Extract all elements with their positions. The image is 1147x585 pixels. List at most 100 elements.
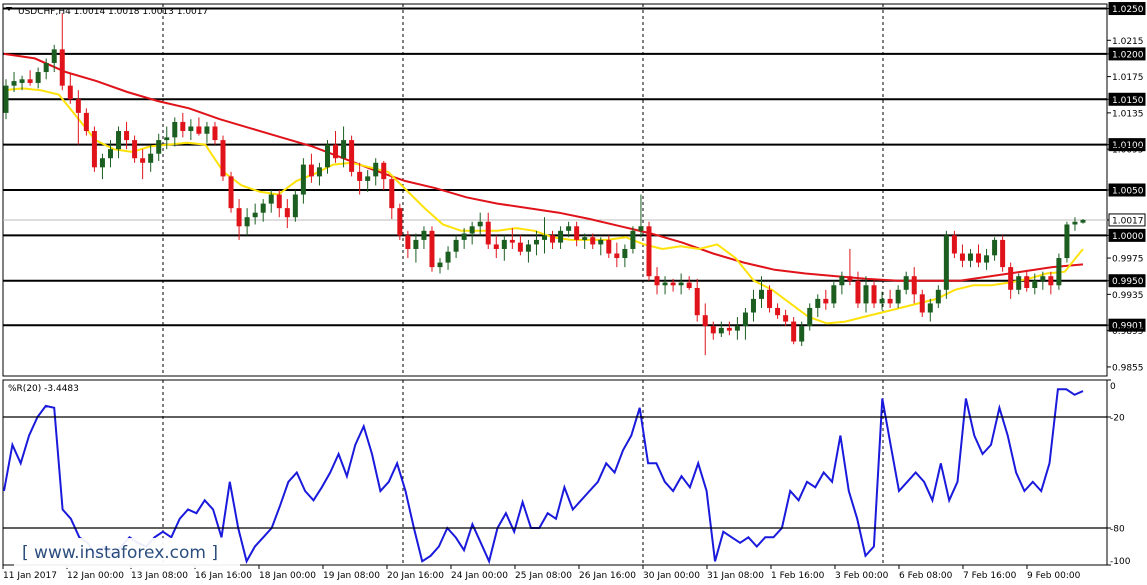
candle-body xyxy=(75,99,81,113)
candle-body xyxy=(453,239,459,252)
time-tick-label: 20 Jan 16:00 xyxy=(387,571,444,581)
candle-body xyxy=(847,276,853,281)
price-tick-label: 1.0150 xyxy=(1112,96,1144,106)
candle-body xyxy=(116,131,122,150)
candle-body xyxy=(646,226,652,277)
candle-body xyxy=(333,144,339,159)
candle-body xyxy=(533,239,539,245)
price-tick-label: 1.0050 xyxy=(1112,187,1144,197)
candle-body xyxy=(196,126,202,134)
watermark-logo: [ www.instaforex.com ] xyxy=(14,538,240,568)
candle-body xyxy=(919,294,925,313)
candle-body xyxy=(887,298,893,304)
candle-body xyxy=(734,326,740,331)
candle-body xyxy=(156,140,162,154)
time-tick-label: 9 Feb 00:00 xyxy=(1027,571,1081,581)
time-tick-label: 19 Jan 08:00 xyxy=(323,571,380,581)
candle-body xyxy=(357,171,363,181)
candle-body xyxy=(469,226,475,234)
candle-body xyxy=(67,85,73,100)
candle-body xyxy=(517,242,523,252)
price-tick-label: 1.0095 xyxy=(1112,146,1144,156)
slow-moving-average xyxy=(3,52,1084,282)
price-tick-label: 0.9975 xyxy=(1112,255,1144,265)
candle-body xyxy=(670,282,676,286)
candle-body xyxy=(694,287,700,316)
candle-body xyxy=(742,312,748,327)
candle-body xyxy=(566,226,572,231)
candle-body xyxy=(19,79,25,83)
time-tick-label: 3 Feb 00:00 xyxy=(835,571,889,581)
time-tick-label: 12 Jan 00:00 xyxy=(67,571,124,581)
candle-body xyxy=(614,253,620,259)
candle-body xyxy=(373,162,379,177)
price-axis: 1.02501.02151.02001.01751.01501.01351.01… xyxy=(1107,2,1146,373)
candle-body xyxy=(839,276,845,286)
candle-body xyxy=(413,239,419,249)
candle-body xyxy=(590,237,596,245)
candle-body xyxy=(180,121,186,132)
candle-body xyxy=(927,303,933,313)
candle-body xyxy=(59,49,65,86)
candle-body xyxy=(791,321,797,342)
candle-body xyxy=(895,289,901,304)
candle-body xyxy=(542,235,547,240)
candle-body xyxy=(83,112,89,132)
candle-body xyxy=(461,233,467,240)
candle-body xyxy=(228,176,234,209)
indicator-tick-label: -100 xyxy=(1110,557,1131,567)
candle-body xyxy=(509,239,515,243)
candle-body xyxy=(759,289,765,299)
candle-body xyxy=(300,164,306,195)
candle-body xyxy=(132,140,138,159)
time-tick-label: 18 Jan 00:00 xyxy=(259,571,316,581)
candle-body xyxy=(429,230,435,268)
candle-body xyxy=(799,326,805,342)
candle-body xyxy=(316,167,322,177)
price-tick-label: 1.0175 xyxy=(1112,73,1144,83)
candle-body xyxy=(107,149,113,159)
indicator-tick-label: 0 xyxy=(1110,382,1116,392)
price-tick-label: 1.0017 xyxy=(1112,216,1144,226)
time-tick-label: 7 Feb 16:00 xyxy=(963,571,1017,581)
time-tick-label: 1 Feb 16:00 xyxy=(771,571,825,581)
candle-body xyxy=(1064,224,1070,259)
candle-body xyxy=(903,276,909,290)
candle-body xyxy=(525,244,531,252)
candle-body xyxy=(863,285,869,304)
candle-body xyxy=(260,203,266,213)
candle-body xyxy=(823,298,829,304)
candle-body xyxy=(935,289,941,304)
vertical-gridlines xyxy=(162,4,884,565)
fast-moving-average xyxy=(3,87,1084,325)
candle-body xyxy=(992,239,998,256)
chart-window: { "header": {"symbol_line": "USDCHF,H4 1… xyxy=(0,0,1147,585)
candle-body xyxy=(268,194,274,204)
candle-body xyxy=(485,221,491,245)
price-levels xyxy=(3,7,1107,327)
candle-body xyxy=(292,194,298,218)
candle-body xyxy=(1008,267,1014,290)
candle-body xyxy=(27,79,33,83)
candle-body xyxy=(815,298,821,308)
candle-body xyxy=(1024,276,1030,288)
williams-r-polyline xyxy=(3,388,1084,565)
candle-body xyxy=(365,176,371,181)
time-tick-label: 25 Jan 08:00 xyxy=(515,571,572,581)
price-tick-label: 1.0200 xyxy=(1112,50,1144,60)
candle-body xyxy=(35,72,41,83)
candle-body xyxy=(140,158,146,163)
candle-body xyxy=(1032,280,1038,288)
candle-body xyxy=(172,121,178,138)
candle-body xyxy=(1040,276,1046,281)
candles xyxy=(3,13,1086,356)
candle-body xyxy=(943,235,949,290)
candle-body xyxy=(389,179,395,209)
candle-body xyxy=(477,221,483,227)
candle-body xyxy=(252,212,258,218)
symbol-title: USDCHF,H4 1.0014 1.0018 1.0013 1.0017 xyxy=(18,7,208,17)
candle-body xyxy=(236,208,242,227)
fast-ma-line xyxy=(3,87,1084,325)
time-tick-label: 6 Feb 08:00 xyxy=(899,571,953,581)
slow-ma-line xyxy=(3,52,1084,282)
